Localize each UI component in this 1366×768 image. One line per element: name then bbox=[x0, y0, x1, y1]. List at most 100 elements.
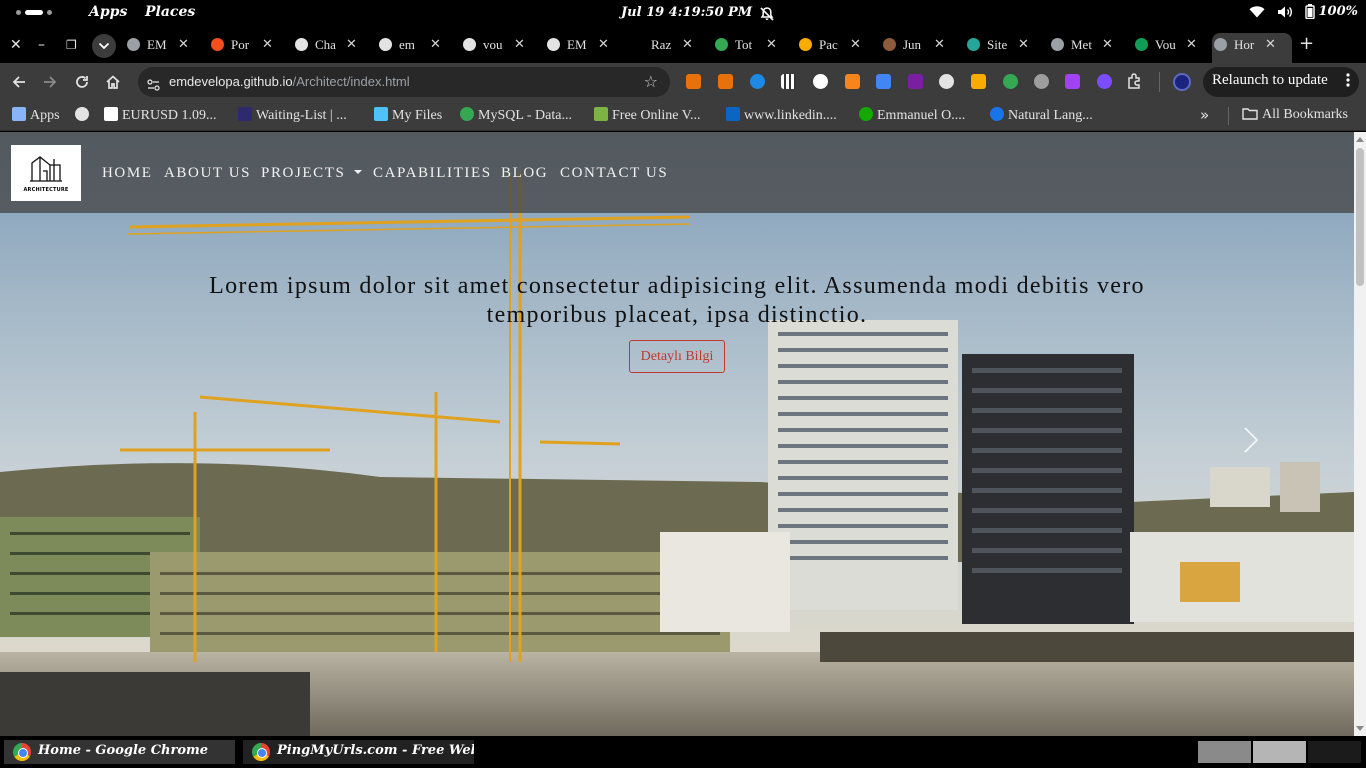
scrollbar-thumb[interactable] bbox=[1356, 148, 1364, 286]
tab-favicon-icon bbox=[967, 38, 980, 51]
all-bookmarks-button[interactable]: All Bookmarks bbox=[1242, 107, 1348, 125]
browser-tab[interactable]: EM ✕ bbox=[125, 34, 205, 56]
close-tab-icon[interactable]: ✕ bbox=[430, 36, 441, 52]
address-bar[interactable]: emdevelopa.github.io/Architect/index.htm… bbox=[138, 67, 670, 97]
close-tab-icon[interactable]: ✕ bbox=[178, 36, 189, 52]
close-tab-icon[interactable]: ✕ bbox=[682, 36, 693, 52]
bookmark-item[interactable]: Waiting-List | ... bbox=[238, 107, 347, 125]
nav-projects-dropdown[interactable]: PROJECTS bbox=[261, 165, 362, 182]
extensions-puzzle-icon[interactable] bbox=[1126, 72, 1144, 94]
scroll-up-arrow-icon[interactable] bbox=[1356, 137, 1364, 142]
browser-tab[interactable]: Met ✕ bbox=[1049, 34, 1129, 56]
scroll-down-arrow-icon[interactable] bbox=[1356, 726, 1364, 731]
extension-icon[interactable] bbox=[1065, 74, 1080, 89]
browser-tab[interactable]: Cha ✕ bbox=[293, 34, 373, 56]
bookmark-item[interactable]: Natural Lang... bbox=[990, 107, 1093, 125]
metamask-extension-icon[interactable] bbox=[845, 74, 860, 89]
bookmark-item[interactable] bbox=[75, 107, 93, 125]
bookmark-star-icon[interactable]: ☆ bbox=[644, 72, 658, 91]
apps-menu[interactable]: Apps bbox=[89, 4, 127, 20]
extension-icon[interactable] bbox=[750, 74, 765, 89]
close-tab-icon[interactable]: ✕ bbox=[514, 36, 525, 52]
bookmark-item[interactable]: EURUSD 1.09... bbox=[104, 107, 217, 125]
extension-icon[interactable] bbox=[813, 74, 828, 89]
browser-tab[interactable]: vou ✕ bbox=[461, 34, 541, 56]
nav-blog-link[interactable]: BLOG bbox=[501, 165, 548, 182]
browser-tab[interactable]: Pac ✕ bbox=[797, 34, 877, 56]
forward-button[interactable] bbox=[39, 71, 61, 93]
browser-tab[interactable]: Jun ✕ bbox=[881, 34, 961, 56]
extension-icon[interactable] bbox=[1097, 74, 1112, 89]
nav-contact-us-link[interactable]: CONTACT US bbox=[560, 165, 668, 182]
browser-tab[interactable]: Tot ✕ bbox=[713, 34, 793, 56]
bookmark-item[interactable]: Free Online V... bbox=[594, 107, 701, 125]
browser-tab[interactable]: Hor ✕ bbox=[1212, 33, 1292, 63]
workspace-indicator[interactable] bbox=[16, 10, 52, 15]
minimize-window-icon[interactable]: – bbox=[38, 36, 45, 54]
browser-tab[interactable]: EM ✕ bbox=[545, 34, 625, 56]
bookmark-item[interactable]: www.linkedin.... bbox=[726, 107, 837, 125]
nav-home-link[interactable]: HOME bbox=[102, 165, 153, 182]
close-tab-icon[interactable]: ✕ bbox=[346, 36, 357, 52]
close-window-icon[interactable]: ✕ bbox=[10, 36, 22, 54]
close-tab-icon[interactable]: ✕ bbox=[598, 36, 609, 52]
close-tab-icon[interactable]: ✕ bbox=[1018, 36, 1029, 52]
close-tab-icon[interactable]: ✕ bbox=[262, 36, 273, 52]
relaunch-to-update-button[interactable]: Relaunch to update bbox=[1203, 67, 1359, 97]
extension-icon[interactable] bbox=[939, 74, 954, 89]
close-tab-icon[interactable]: ✕ bbox=[1265, 36, 1276, 52]
extension-icon[interactable] bbox=[1003, 74, 1018, 89]
extension-icon[interactable] bbox=[686, 74, 701, 89]
back-button[interactable] bbox=[8, 71, 30, 93]
page-scrollbar[interactable] bbox=[1354, 132, 1366, 736]
close-tab-icon[interactable]: ✕ bbox=[1186, 36, 1197, 52]
reload-button[interactable] bbox=[71, 71, 93, 93]
browser-tab[interactable]: Vou ✕ bbox=[1133, 34, 1213, 56]
browser-tab[interactable]: Site ✕ bbox=[965, 34, 1045, 56]
nav-about-us-link[interactable]: ABOUT US bbox=[164, 165, 251, 182]
workspace-switcher-1[interactable] bbox=[1198, 741, 1251, 763]
site-logo[interactable]: ARCHITECTURE bbox=[11, 145, 81, 201]
clock[interactable]: Jul 19 4:19:50 PM bbox=[621, 5, 752, 20]
notifications-muted-icon[interactable] bbox=[759, 6, 775, 26]
music-extension-icon[interactable] bbox=[1034, 74, 1049, 89]
bookmark-item[interactable]: Emmanuel O.... bbox=[859, 107, 965, 125]
restore-window-icon[interactable]: ❐ bbox=[66, 36, 77, 54]
profile-avatar[interactable] bbox=[1173, 73, 1191, 91]
carousel-next-icon[interactable] bbox=[1242, 426, 1260, 458]
close-tab-icon[interactable]: ✕ bbox=[766, 36, 777, 52]
site-info-icon[interactable] bbox=[147, 76, 160, 95]
download-icon bbox=[594, 107, 608, 121]
url-text[interactable]: emdevelopa.github.io/Architect/index.htm… bbox=[169, 74, 410, 89]
close-tab-icon[interactable]: ✕ bbox=[850, 36, 861, 52]
nav-capabilities-link[interactable]: CAPABILITIES bbox=[373, 165, 492, 182]
extension-icon[interactable] bbox=[908, 74, 923, 89]
close-tab-icon[interactable]: ✕ bbox=[934, 36, 945, 52]
globe-icon bbox=[75, 107, 89, 121]
more-bookmarks-chevron-icon[interactable]: » bbox=[1200, 106, 1209, 124]
bookmark-item[interactable]: My Files bbox=[374, 107, 442, 125]
home-button[interactable] bbox=[102, 71, 124, 93]
bookmark-item[interactable]: Apps bbox=[12, 107, 60, 125]
close-tab-icon[interactable]: ✕ bbox=[1102, 36, 1113, 52]
taskbar-window-chrome-home[interactable]: Home - Google Chrome bbox=[4, 740, 235, 764]
taskbar-window-pingmyurls[interactable]: PingMyUrls.com - Free Websit... bbox=[243, 740, 474, 764]
details-button[interactable]: Detaylı Bilgi bbox=[629, 340, 725, 373]
bookmark-item[interactable]: MySQL - Data... bbox=[460, 107, 572, 125]
workspace-switcher-3[interactable] bbox=[1308, 741, 1361, 763]
browser-tab[interactable]: Raz ✕ bbox=[629, 34, 709, 56]
browser-tab[interactable]: em ✕ bbox=[377, 34, 457, 56]
browser-tab[interactable]: Por ✕ bbox=[209, 34, 289, 56]
extension-icon[interactable] bbox=[718, 74, 733, 89]
workspace-switcher-2[interactable] bbox=[1253, 741, 1306, 763]
new-tab-button[interactable]: + bbox=[1299, 34, 1314, 54]
tab-search-button[interactable] bbox=[92, 34, 116, 58]
wifi-icon[interactable] bbox=[1249, 5, 1265, 18]
lock-extension-icon[interactable] bbox=[971, 74, 986, 89]
qr-code-extension-icon[interactable] bbox=[781, 74, 796, 89]
docs-extension-icon[interactable] bbox=[876, 74, 891, 89]
volume-icon[interactable] bbox=[1277, 5, 1293, 19]
tradingview-icon bbox=[104, 107, 118, 121]
places-menu[interactable]: Places bbox=[145, 4, 195, 20]
battery-indicator[interactable]: 100% bbox=[1304, 4, 1358, 19]
